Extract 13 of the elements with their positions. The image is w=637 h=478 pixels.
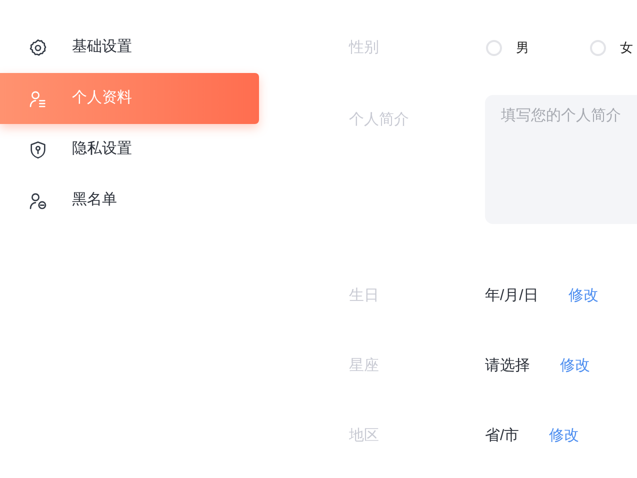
- sidebar-item[interactable]: 黑名单: [0, 175, 259, 226]
- settings-icon: [28, 38, 48, 58]
- user-minus-icon: [28, 190, 48, 210]
- shield-icon: [28, 140, 48, 160]
- radio-option[interactable]: 女: [589, 38, 637, 58]
- sidebar-item[interactable]: 基础设置: [0, 22, 259, 73]
- field-value: 请选择: [485, 356, 530, 376]
- bio-field[interactable]: 填写您的个人简介: [485, 95, 637, 224]
- field-value: 年/月/日: [485, 286, 538, 306]
- radio-option[interactable]: 男: [485, 38, 589, 58]
- field-value: 省/市: [485, 426, 520, 446]
- sidebar-item[interactable]: 隐私设置: [0, 124, 259, 175]
- user-list-icon: [28, 88, 48, 108]
